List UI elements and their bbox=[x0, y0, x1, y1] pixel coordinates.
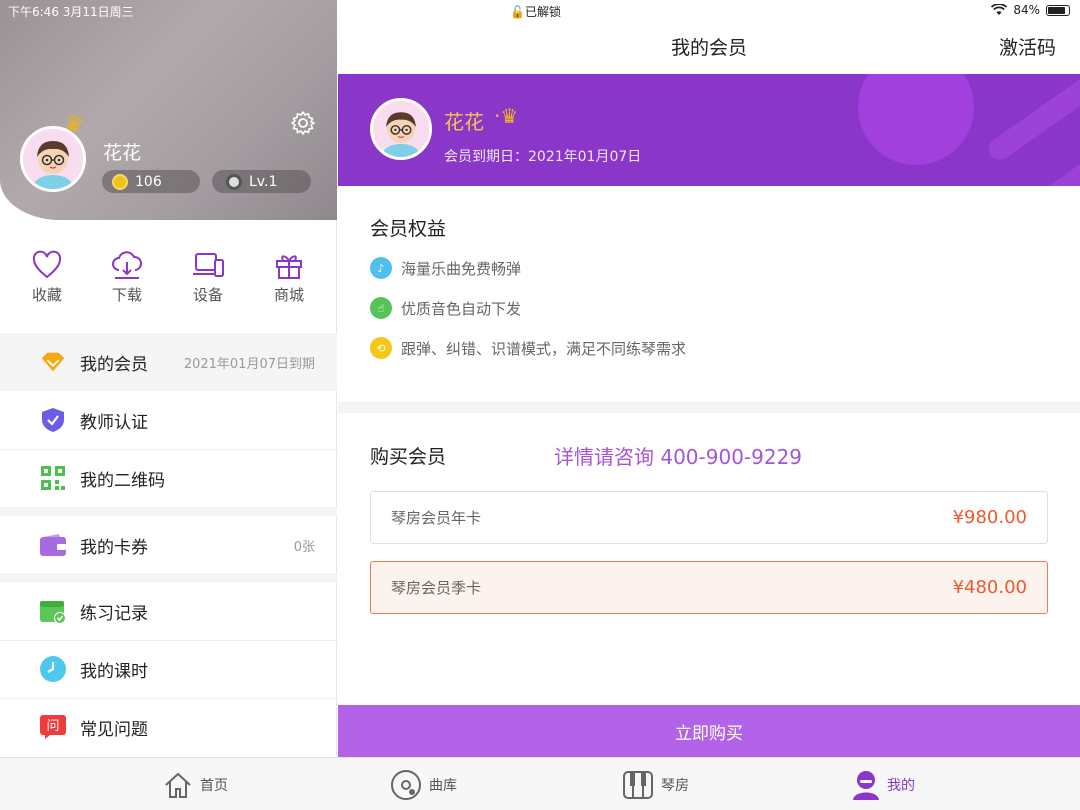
activation-code-button[interactable]: 激活码 bbox=[999, 33, 1056, 60]
home-icon bbox=[165, 772, 191, 798]
banner-user-name: 花花 bbox=[444, 110, 484, 134]
coin-balance[interactable]: 106 bbox=[102, 170, 200, 193]
tab-library-label: 曲库 bbox=[429, 778, 457, 794]
level-text: Lv.1 bbox=[249, 173, 278, 190]
person-icon bbox=[853, 771, 879, 800]
purchase-title: 购买会员 bbox=[370, 446, 447, 468]
section-gap bbox=[0, 573, 337, 582]
coin-count: 106 bbox=[135, 173, 162, 190]
plan-price: ¥480.00 bbox=[952, 577, 1027, 598]
benefits-title: 会员权益 bbox=[370, 218, 447, 240]
tab-piano-room[interactable]: 琴房 bbox=[622, 769, 689, 801]
heart-icon bbox=[32, 250, 62, 279]
wallet-icon bbox=[39, 531, 67, 559]
quick-downloads-label: 下载 bbox=[111, 286, 142, 304]
benefit-item: ♪ 海量乐曲免费畅弹 bbox=[370, 257, 521, 279]
cloud-download-icon bbox=[112, 251, 142, 279]
wifi-icon bbox=[991, 4, 1008, 15]
plan-name: 琴房会员年卡 bbox=[391, 509, 482, 527]
menu-item-lessons-label: 我的课时 bbox=[80, 661, 148, 682]
benefit-text: 优质音色自动下发 bbox=[401, 299, 522, 318]
question-icon: 问 bbox=[39, 713, 67, 741]
diamond-icon bbox=[39, 348, 67, 376]
menu-item-lessons[interactable]: 我的课时 bbox=[0, 640, 337, 698]
menu-item-faq-label: 常见问题 bbox=[80, 719, 148, 740]
status-bar: 下午6:46 3月11日周三 🔓已解锁 84% bbox=[0, 0, 1080, 20]
buy-now-button[interactable]: 立即购买 bbox=[338, 705, 1080, 757]
page-title: 我的会员 bbox=[670, 37, 747, 59]
menu-item-coupons-label: 我的卡券 bbox=[80, 537, 148, 558]
status-time-date: 下午6:46 3月11日周三 bbox=[8, 5, 134, 19]
shield-icon bbox=[39, 406, 67, 434]
banner-expire-date: 会员到期日：2021年01月07日 bbox=[444, 149, 642, 165]
quick-store[interactable]: 商城 bbox=[254, 250, 324, 305]
menu-item-coupons[interactable]: 我的卡券 0张 bbox=[0, 516, 337, 574]
music-note-icon: ♪ bbox=[370, 257, 392, 279]
plan-option-quarterly[interactable]: 琴房会员季卡 ¥480.00 bbox=[370, 561, 1048, 614]
benefit-item: ⟲ 跟弹、纠错、识谱模式，满足不同练琴需求 bbox=[370, 337, 686, 359]
menu-item-membership-label: 我的会员 bbox=[80, 354, 148, 375]
benefit-text: 跟弹、纠错、识谱模式，满足不同练琴需求 bbox=[401, 339, 687, 358]
piano-icon bbox=[623, 771, 653, 799]
quick-devices-label: 设备 bbox=[192, 286, 223, 304]
devices-icon bbox=[193, 253, 224, 277]
section-gap bbox=[0, 507, 337, 516]
banner-decoration bbox=[984, 74, 1080, 165]
section-gap bbox=[338, 402, 1080, 413]
svg-text:问: 问 bbox=[46, 719, 59, 734]
banner-decoration bbox=[858, 74, 974, 165]
plan-price: ¥980.00 bbox=[952, 507, 1027, 528]
coupon-count: 0张 bbox=[293, 539, 315, 555]
touch-icon: ☝ bbox=[370, 297, 392, 319]
menu-item-qrcode[interactable]: 我的二维码 bbox=[0, 449, 337, 507]
menu-item-teacher-cert-label: 教师认证 bbox=[80, 412, 148, 433]
tab-mine[interactable]: 我的 bbox=[852, 769, 915, 801]
gear-icon[interactable] bbox=[290, 110, 316, 136]
crown-icon: ·♛ bbox=[494, 104, 519, 128]
calendar-icon bbox=[39, 597, 67, 625]
plan-option-annual[interactable]: 琴房会员年卡 ¥980.00 bbox=[370, 491, 1048, 544]
plan-name: 琴房会员季卡 bbox=[391, 579, 482, 597]
disc-icon bbox=[391, 770, 421, 800]
tab-home[interactable]: 首页 bbox=[163, 769, 228, 801]
level-badge[interactable]: Lv.1 bbox=[212, 170, 311, 193]
benefit-item: ☝ 优质音色自动下发 bbox=[370, 297, 521, 319]
banner-decoration bbox=[1032, 134, 1080, 186]
quick-devices[interactable]: 设备 bbox=[173, 250, 243, 305]
tab-mine-label: 我的 bbox=[887, 778, 915, 794]
menu-item-membership[interactable]: 我的会员 2021年01月07日到期 bbox=[0, 333, 337, 391]
menu-item-practice-log[interactable]: 练习记录 bbox=[0, 582, 337, 640]
level-icon bbox=[226, 173, 242, 190]
clock-icon bbox=[39, 655, 67, 683]
lock-status: 🔓已解锁 bbox=[510, 3, 561, 20]
banner-avatar bbox=[370, 98, 432, 160]
gift-icon bbox=[276, 255, 302, 279]
lock-status-label: 已解锁 bbox=[524, 5, 561, 19]
tab-piano-room-label: 琴房 bbox=[661, 778, 689, 794]
quick-favorites[interactable]: 收藏 bbox=[12, 250, 82, 305]
quick-favorites-label: 收藏 bbox=[31, 286, 62, 304]
tab-library[interactable]: 曲库 bbox=[390, 769, 457, 801]
quick-store-label: 商城 bbox=[273, 286, 304, 304]
battery-percent: 84% bbox=[1013, 3, 1040, 17]
member-banner: 花花 ·♛ 会员到期日：2021年01月07日 bbox=[338, 74, 1080, 186]
menu-item-faq[interactable]: 问 常见问题 bbox=[0, 698, 337, 756]
tab-bar: 首页 曲库 琴房 我的 bbox=[0, 757, 1080, 810]
left-panel: ♛ 花花 106 Lv.1 收藏 下载 设备 商城 我的会员 2021年01月0… bbox=[0, 0, 337, 757]
menu-item-qrcode-label: 我的二维码 bbox=[80, 470, 165, 491]
menu-item-practice-log-label: 练习记录 bbox=[80, 603, 148, 624]
menu-item-teacher-cert[interactable]: 教师认证 bbox=[0, 391, 337, 449]
membership-expiry: 2021年01月07日到期 bbox=[183, 356, 315, 372]
tab-home-label: 首页 bbox=[200, 778, 228, 794]
repeat-icon: ⟲ bbox=[370, 337, 392, 359]
consult-hotline[interactable]: 详情请咨询 400-900-9229 bbox=[554, 441, 802, 470]
user-name: 花花 bbox=[103, 142, 142, 164]
battery-icon bbox=[1046, 4, 1070, 16]
status-right: 84% bbox=[991, 3, 1070, 17]
qrcode-icon bbox=[39, 464, 67, 492]
coin-icon bbox=[112, 173, 128, 190]
benefit-text: 海量乐曲免费畅弹 bbox=[401, 259, 522, 278]
quick-downloads[interactable]: 下载 bbox=[92, 250, 162, 305]
lock-icon: 🔓 bbox=[510, 5, 525, 19]
